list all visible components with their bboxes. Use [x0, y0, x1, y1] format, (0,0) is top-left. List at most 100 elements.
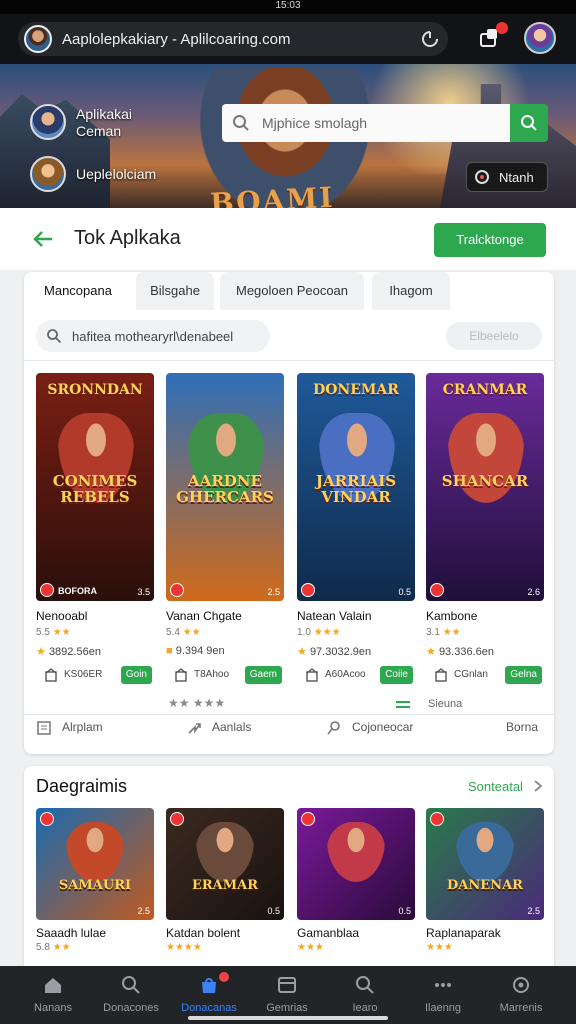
record-chip[interactable]: Ntanh [466, 162, 548, 192]
primary-button[interactable]: Tralcktonge [434, 223, 546, 257]
tab-megoloen[interactable]: Megoloen Peocoan [220, 272, 364, 310]
price-value: 9.394 9en [175, 645, 225, 657]
cover-rating: 2.5 [137, 906, 150, 916]
game-name[interactable]: Gamanblaa [297, 926, 359, 940]
publisher-logo-icon [40, 812, 54, 826]
games-card: Mancopana Bilsgahe Megoloen Peocoan Ihag… [24, 272, 554, 754]
game-cover-image[interactable]: DONEMAR JARRIAIS VINDAR 0.5 [297, 373, 415, 601]
nav-label: Marrenis [499, 1002, 543, 1014]
price-value: 97.3032.9en [309, 646, 372, 658]
publisher-logo-icon [170, 583, 184, 597]
cover-title: ERAMAR [191, 878, 259, 893]
triangle-icon [435, 668, 447, 682]
action-text: CGnlan [454, 669, 488, 680]
nav-label: Gemrias [266, 1002, 308, 1014]
cover-rating: 2.5 [267, 587, 280, 597]
get-button[interactable]: Goin [120, 666, 152, 684]
game-cover-image[interactable]: DANENAR 2.5 [426, 808, 544, 920]
price-icon: ★ [36, 646, 46, 658]
address-bar[interactable]: Aaplolepkakiary - Aplilcoaring.com [18, 22, 448, 56]
footer-item-borna[interactable]: Borna [506, 720, 538, 734]
price-icon: ★ [426, 646, 436, 658]
chevron-right-icon[interactable] [532, 779, 544, 793]
footer-item-cojoneocar[interactable]: Cojoneocar [326, 720, 413, 736]
nav-item[interactable]: Donacones [91, 972, 171, 1018]
game-cover-image[interactable]: SAMAURI 2.5 [36, 808, 154, 920]
search-button[interactable] [510, 104, 548, 142]
chip-label: Ntanh [499, 170, 534, 185]
rating-value: 5.4 [166, 627, 180, 638]
filter-pill[interactable]: Elbeelelo [446, 322, 542, 350]
status-bar: 15:03 [0, 0, 576, 14]
tab-ihagom[interactable]: Ihagom [372, 272, 450, 310]
cover-rating: 2.5 [527, 906, 540, 916]
nav-item[interactable]: Gemrias [247, 972, 327, 1018]
cover-title-top: SRONNDAN [47, 382, 143, 398]
profile-item[interactable]: Ueplelolciam [30, 156, 200, 196]
main-content: Tok Aplkaka Tralcktonge Mancopana Bilsga… [0, 208, 576, 966]
search-icon [521, 115, 537, 131]
game-cover-image[interactable]: CRANMAR SHANCAR 2.6 [426, 373, 544, 601]
user-avatar[interactable] [524, 22, 556, 54]
tab-bilsgahe[interactable]: Bilsgahe [136, 272, 214, 310]
nav-label: Donacones [103, 1002, 159, 1014]
nav-item[interactable]: Ilaenng [403, 972, 483, 1018]
nav-item[interactable]: Iearo [325, 972, 405, 1018]
nav-item[interactable]: Nanans [13, 972, 93, 1018]
star-icon: ★★ [52, 627, 71, 638]
back-arrow-icon[interactable] [32, 228, 54, 250]
settings-icon [513, 977, 529, 993]
game-cover-image[interactable]: SRONNDAN CONIMES REBELS BOFORA 3.5 [36, 373, 154, 601]
footer-label: Alrplam [62, 720, 103, 735]
get-button[interactable]: Gaem [244, 666, 282, 684]
game-cover-image[interactable]: 0.5 [297, 808, 415, 920]
game-name[interactable]: Natean Valain [297, 609, 372, 623]
get-button[interactable]: Coiie [380, 666, 413, 684]
star-icon: ★★★ [313, 627, 341, 638]
nav-label: Iearo [352, 1002, 378, 1014]
rating-value: 5.8 [36, 942, 50, 953]
star-icon: ★★ [442, 627, 461, 638]
game-action-row: KS06ER Goin [36, 665, 154, 685]
section-see-all-link[interactable]: Sonteatal [468, 779, 523, 794]
cover-rating: 2.6 [527, 587, 540, 597]
cover-title-main: JARRIAIS VINDAR [315, 472, 397, 506]
game-cover-image[interactable]: ERAMAR 0.5 [166, 808, 284, 920]
game-price: ★ 3892.56en [36, 645, 101, 658]
game-name[interactable]: Raplanaparak [426, 926, 501, 940]
extra-label: Sieuna [428, 698, 463, 710]
rating-value: 5.5 [36, 627, 50, 638]
nav-item[interactable]: Marrenis [481, 972, 561, 1018]
home-icon [45, 668, 57, 682]
star-icon: ★★★ [426, 942, 453, 953]
profile-item[interactable]: Aplikakai Ceman [30, 104, 200, 144]
publisher-logo-icon [301, 812, 315, 826]
price-icon: ★ [297, 646, 307, 658]
footer-item-aanlals[interactable]: Aanlals [186, 720, 251, 736]
refresh-icon[interactable] [420, 29, 440, 49]
store-icon [202, 978, 216, 993]
publisher-logo-icon [430, 812, 444, 826]
game-name[interactable]: Nenooabl [36, 609, 87, 623]
rating-value: 1.0 [297, 627, 311, 638]
card-search-input[interactable]: hafitea mothearyrl\denabeel [36, 320, 270, 352]
action-text: T8Ahoo [194, 669, 230, 680]
game-rating: 3.1 ★★ [426, 627, 461, 638]
hero-search-input[interactable]: Mjphice smolagh [222, 104, 510, 142]
nav-item[interactable]: Donacanas [169, 972, 249, 1018]
game-name[interactable]: Katdan bolent [166, 926, 240, 940]
footer-item-alrplam[interactable]: Alrplam [36, 720, 103, 736]
tab-mancopana[interactable]: Mancopana [24, 272, 132, 310]
game-name[interactable]: Saaadh lulae [36, 926, 106, 940]
featured-section: Daegraimis Sonteatal SAMAURI 2.5 Saaadh … [24, 766, 554, 966]
game-cover-image[interactable]: AARDNE GHERCARS 2.5 [166, 373, 284, 601]
game-price: ★ 93.336.6en [426, 645, 494, 658]
star-icon: ★★★ [297, 942, 324, 953]
nav-label: Donacanas [181, 1002, 237, 1014]
record-icon [475, 170, 489, 184]
get-button[interactable]: Gelna [505, 666, 542, 684]
game-name[interactable]: Kambone [426, 609, 477, 623]
game-name[interactable]: Vanan Chgate [166, 609, 242, 623]
game-rating: ★★★ [297, 942, 324, 953]
lock-icon [306, 668, 318, 682]
